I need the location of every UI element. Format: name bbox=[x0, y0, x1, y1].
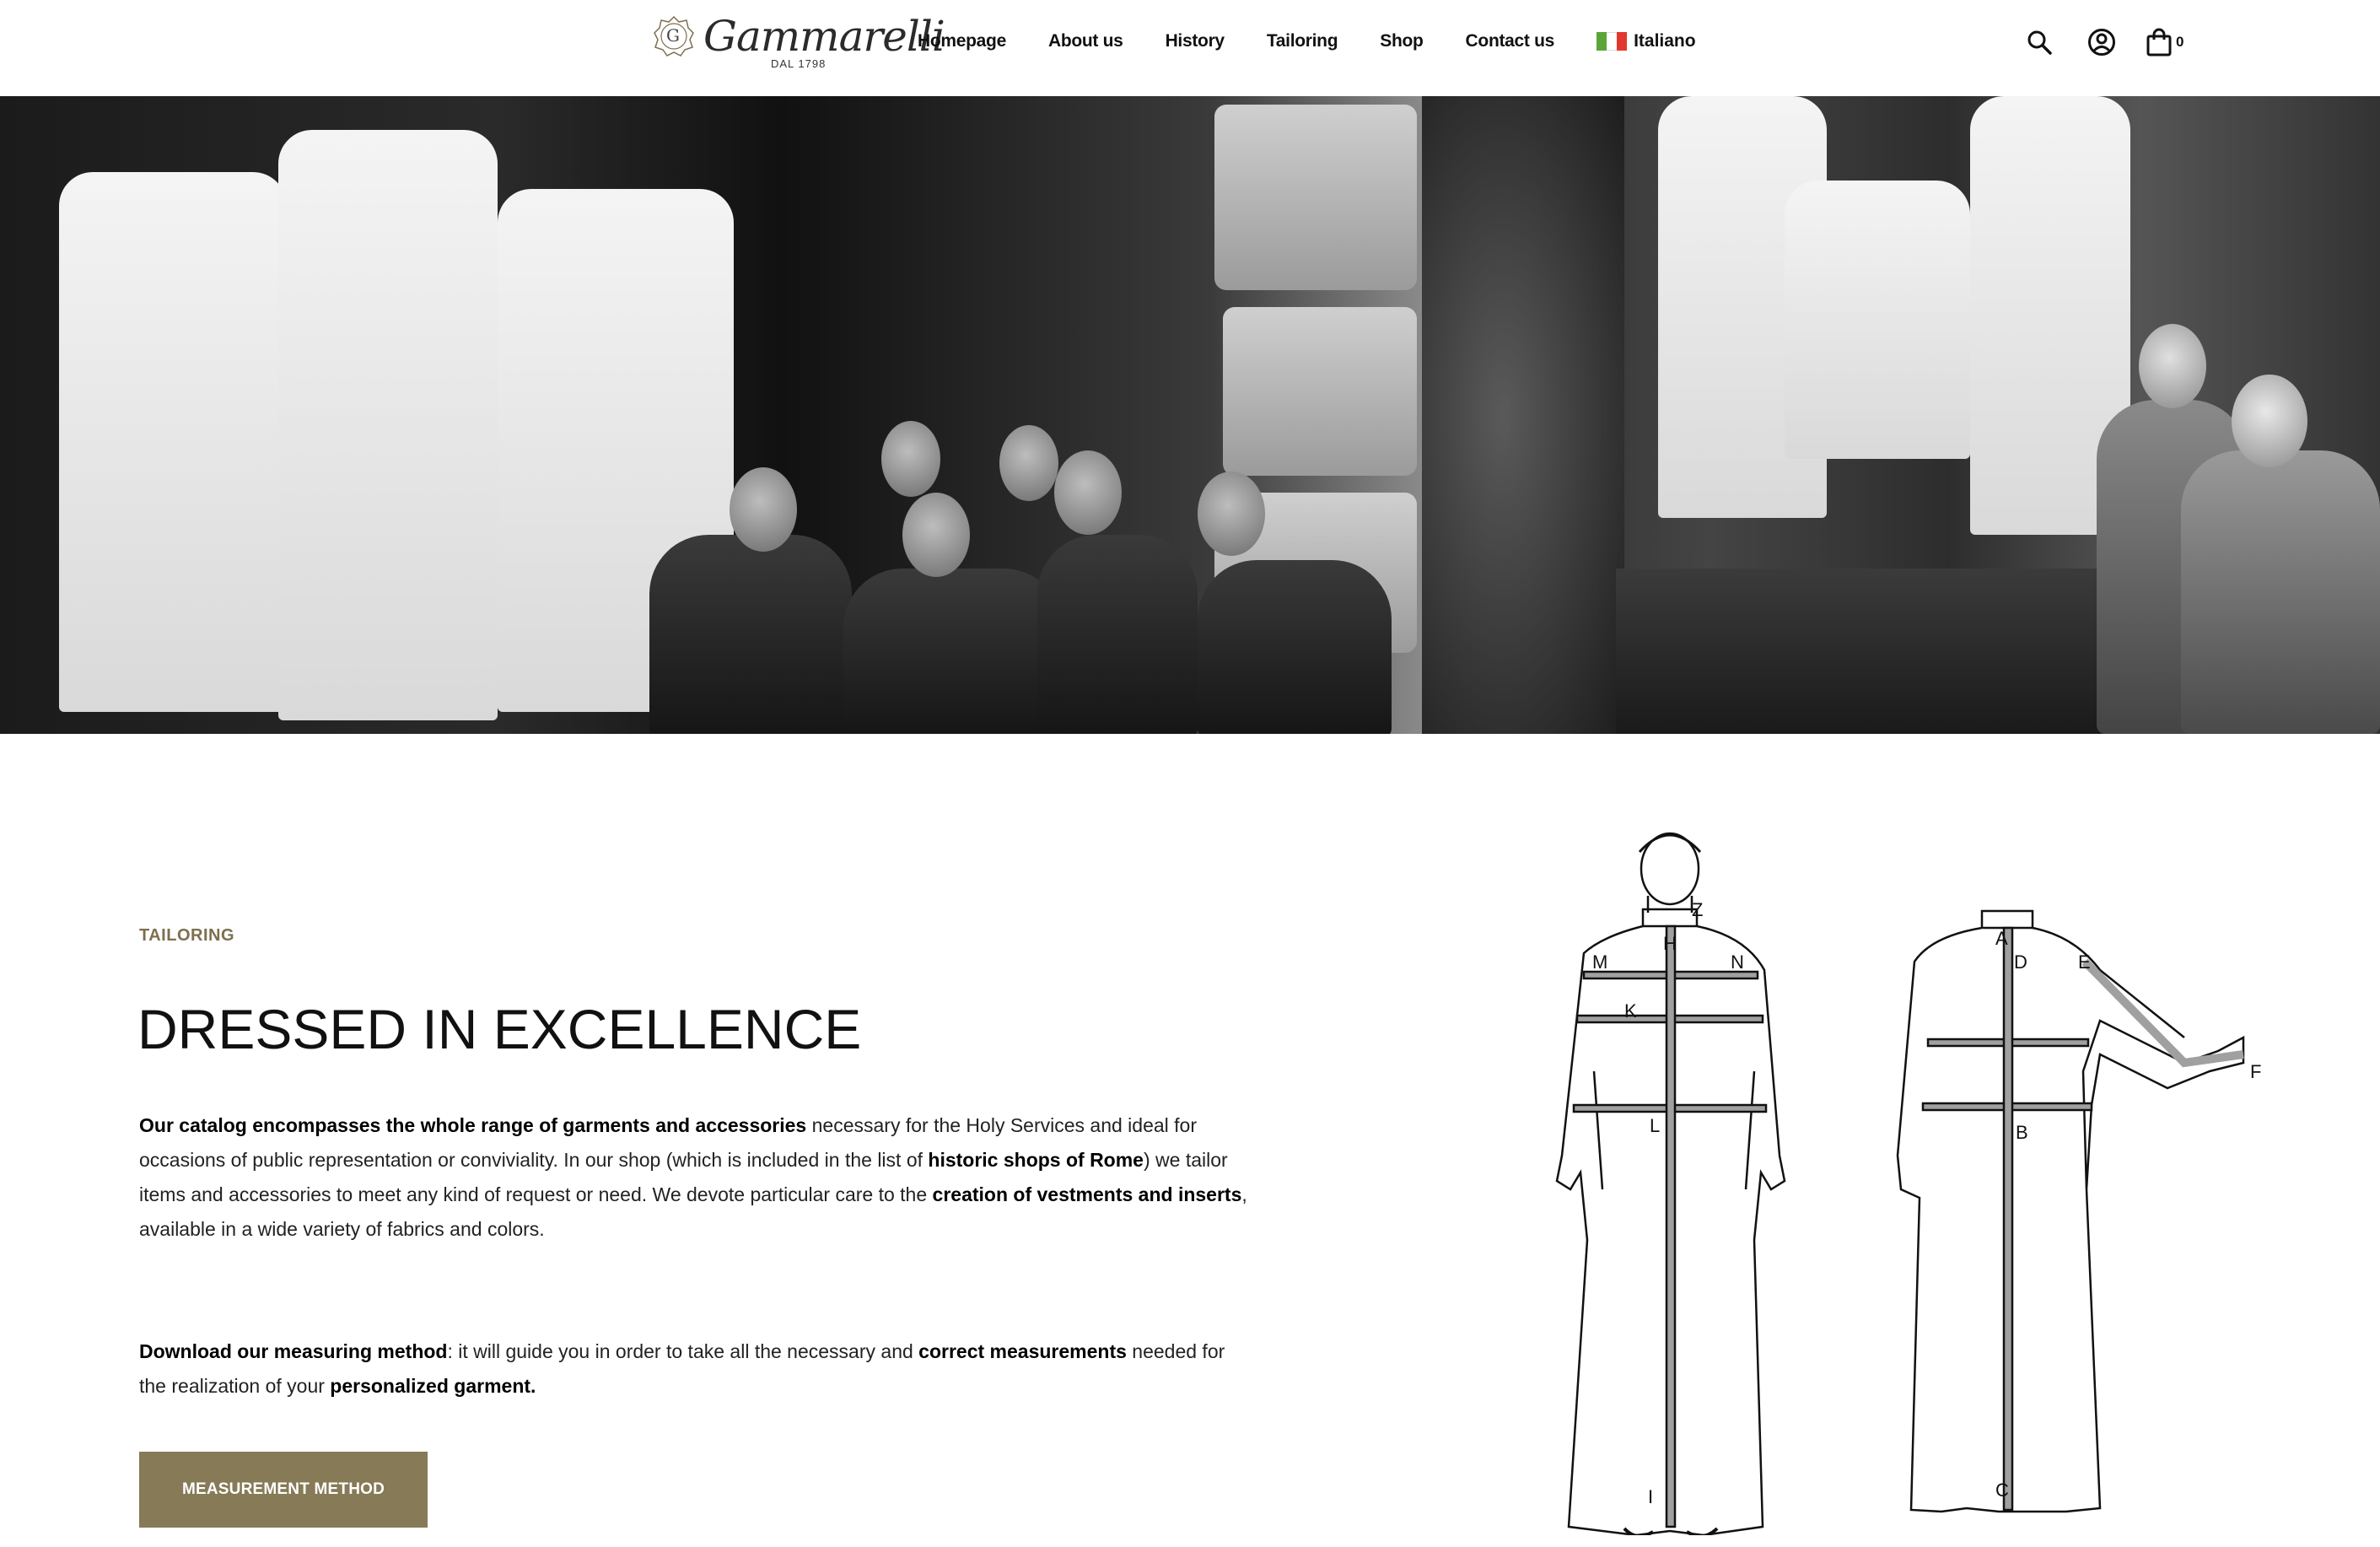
person-head bbox=[1054, 450, 1122, 535]
person bbox=[2181, 450, 2380, 734]
historic-shop-window-photo-2 bbox=[1422, 96, 2380, 734]
nav-contact-us[interactable]: Contact us bbox=[1466, 31, 1555, 51]
person bbox=[649, 535, 852, 734]
stone-wall bbox=[1223, 307, 1417, 476]
cart-count: 0 bbox=[2176, 34, 2184, 50]
nav-history[interactable]: History bbox=[1166, 31, 1225, 51]
intro-bold-2: historic shops of Rome bbox=[928, 1149, 1144, 1171]
label-b: B bbox=[2016, 1122, 2028, 1143]
label-k: K bbox=[1624, 1000, 1637, 1021]
label-e: E bbox=[2078, 951, 2091, 973]
italian-flag-icon bbox=[1597, 32, 1628, 51]
label-i: I bbox=[1648, 1486, 1653, 1507]
nav-tailoring[interactable]: Tailoring bbox=[1267, 31, 1338, 51]
logo-since: DAL 1798 bbox=[771, 57, 827, 70]
language-label: Italiano bbox=[1634, 31, 1696, 51]
hero-photos bbox=[0, 96, 2380, 734]
header-actions: 0 bbox=[2021, 24, 2183, 61]
label-d: D bbox=[2014, 951, 2027, 973]
vestment-figure bbox=[59, 172, 287, 712]
language-switcher[interactable]: Italiano bbox=[1597, 31, 1696, 51]
historic-shop-window-photo bbox=[0, 96, 1422, 734]
label-c: C bbox=[1995, 1480, 2009, 1501]
logo-name: Gammarelli bbox=[703, 12, 945, 61]
intro-bold-1: Our catalog encompasses the whole range … bbox=[139, 1114, 807, 1136]
label-f: F bbox=[2250, 1061, 2261, 1082]
person-head bbox=[1198, 472, 1265, 556]
person-head bbox=[2139, 324, 2206, 408]
person-head bbox=[730, 467, 797, 552]
measurement-diagram: Z H M N K L I A D E F B C bbox=[1555, 832, 2261, 1535]
download-text-1: : it will guide you in order to take all… bbox=[447, 1340, 919, 1362]
person bbox=[843, 569, 1063, 734]
user-icon[interactable] bbox=[2083, 24, 2120, 61]
stone-wall bbox=[1214, 105, 1417, 290]
vestment-figure bbox=[278, 130, 498, 720]
label-m: M bbox=[1592, 951, 1607, 973]
search-icon[interactable] bbox=[2021, 24, 2058, 61]
logo[interactable]: G Gammarelli DAL 1798 bbox=[653, 12, 945, 73]
measurement-method-button[interactable]: MEASUREMENT METHOD bbox=[139, 1452, 428, 1528]
cart-button[interactable]: 0 bbox=[2146, 24, 2183, 61]
nav-homepage[interactable]: Homepage bbox=[918, 31, 1006, 51]
page-title: DRESSED IN EXCELLENCE bbox=[137, 998, 862, 1060]
download-bold-3: personalized garment. bbox=[330, 1375, 536, 1397]
label-a: A bbox=[1995, 928, 2008, 949]
label-h: H bbox=[1663, 933, 1677, 954]
intro-bold-3: creation of vestments and inserts bbox=[932, 1183, 1242, 1205]
intro-paragraph: Our catalog encompasses the whole range … bbox=[139, 1108, 1252, 1247]
person bbox=[1198, 560, 1392, 734]
person-head bbox=[881, 421, 940, 497]
nav-shop[interactable]: Shop bbox=[1380, 31, 1424, 51]
back-figure bbox=[1896, 909, 2245, 1513]
nav-about-us[interactable]: About us bbox=[1048, 31, 1123, 51]
vestment-figure bbox=[1785, 181, 1970, 459]
site-header: G Gammarelli DAL 1798 Homepage About us … bbox=[0, 0, 2380, 96]
label-l: L bbox=[1650, 1115, 1660, 1136]
person-head bbox=[902, 493, 970, 577]
main-nav: Homepage About us History Tailoring Shop… bbox=[918, 0, 1696, 83]
label-z: Z bbox=[1692, 899, 1703, 920]
person-head bbox=[999, 425, 1058, 501]
person-head bbox=[2232, 375, 2307, 467]
plant bbox=[1422, 96, 1624, 734]
download-bold-2: correct measurements bbox=[918, 1340, 1127, 1362]
section-kicker: TAILORING bbox=[139, 926, 235, 945]
download-bold-1: Download our measuring method bbox=[139, 1340, 448, 1362]
download-paragraph: Download our measuring method: it will g… bbox=[139, 1334, 1252, 1404]
label-n: N bbox=[1731, 951, 1744, 973]
shopping-bag-icon bbox=[2146, 28, 2172, 57]
logo-initial: G bbox=[666, 25, 680, 46]
person bbox=[1037, 535, 1198, 734]
